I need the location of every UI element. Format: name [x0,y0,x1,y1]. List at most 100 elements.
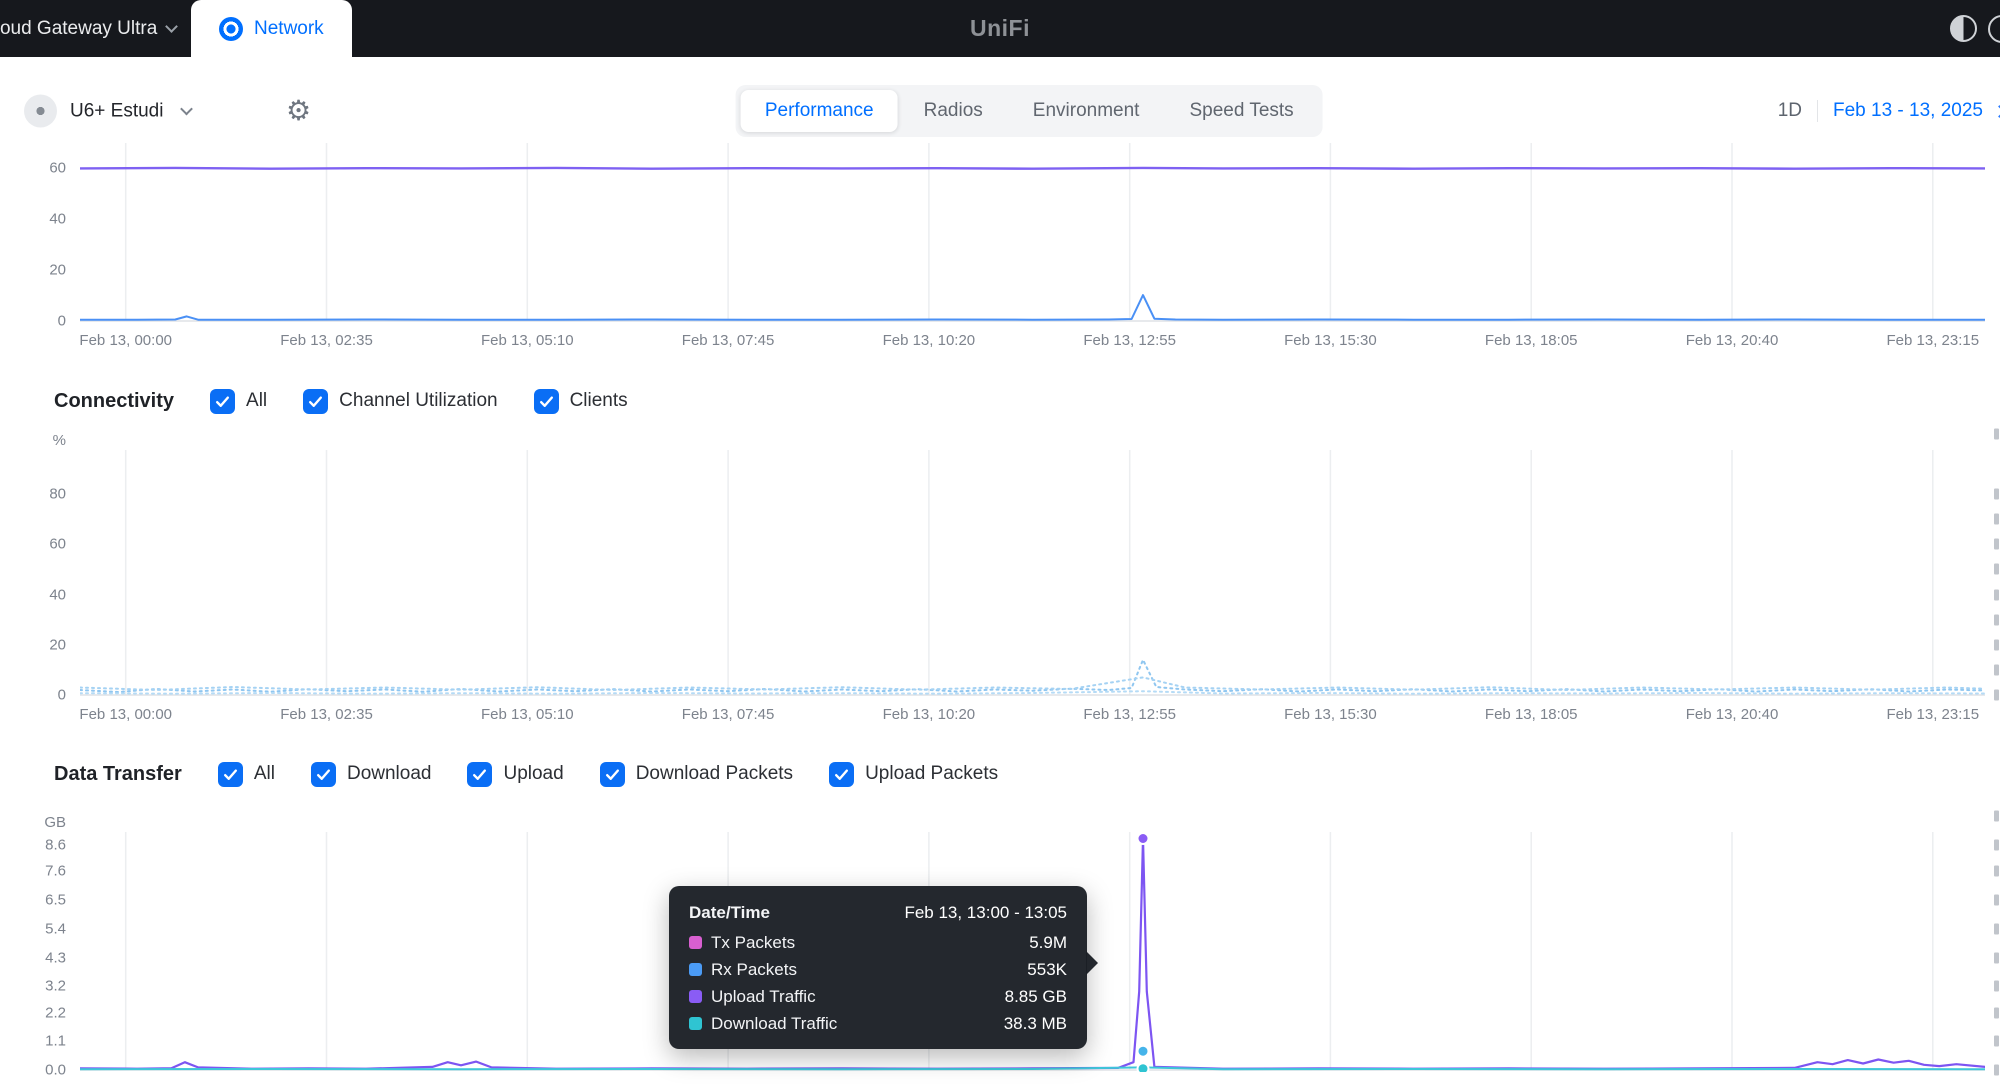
clipped-right-axis-label [1994,513,1999,525]
tab-speed-tests[interactable]: Speed Tests [1165,90,1317,132]
clipped-right-axis-label [1994,488,1999,500]
chart-plot-area[interactable] [80,450,1985,697]
clipped-right-axis-label [1994,865,1999,877]
theme-toggle-icon[interactable] [1950,15,1977,42]
x-tick-label: Feb 13, 23:15 [1886,332,1980,349]
upload-traffic-swatch [689,990,702,1003]
x-tick-label: Feb 13, 00:00 [79,332,173,349]
device-name: U6+ Estudi [70,100,164,121]
clipped-right-axis-label [1994,664,1999,676]
date-range-button[interactable]: Feb 13 - 13, 2025 [1818,100,1983,122]
clipped-right-axis-label [1994,1007,1999,1018]
y-tick-label: 40 [49,210,66,228]
filter-clients[interactable]: Clients [533,388,628,414]
tab-performance[interactable]: Performance [740,90,898,132]
checkbox-checked-icon [210,388,236,414]
chart-plot-area[interactable] [80,143,1985,323]
unifi-logo: UniFi [970,15,1030,41]
range-1d-button[interactable]: 1D [1778,100,1818,122]
x-tick-label: Feb 13, 05:10 [480,332,574,349]
tooltip-row-download-traffic: Download Traffic 38.3 MB [689,1010,1067,1037]
checkbox-checked-icon [533,388,559,414]
tab-network[interactable]: Network [191,0,352,57]
y-tick-label: 5.4 [45,920,66,938]
device-toolbar: U6+ Estudi ⚙ Performance Radios Environm… [24,83,2000,139]
clipped-right-axis-label [1994,894,1999,906]
x-tick-label: Feb 13, 05:10 [480,706,574,723]
connectivity-chart: % 0 20 40 60 80 Feb 13, 00:00 Feb 13, 02:35 Fe… [0,428,2000,727]
date-range-controls: 1D Feb 13 - 13, 2025 [1778,100,2000,122]
gateway-label: Cloud Gateway Ultra [0,17,158,39]
checkbox-checked-icon [310,761,336,787]
y-tick-label: 60 [49,159,66,177]
connectivity-header: Connectivity All Channel Utilization Cli… [54,383,2000,419]
x-tick-label: Feb 13, 10:20 [882,706,976,723]
x-tick-label: Feb 13, 23:15 [1886,706,1980,723]
tooltip-title-label: Date/Time [689,903,770,922]
x-tick-label: Feb 13, 07:45 [681,706,775,723]
filter-upload[interactable]: Upload [467,761,564,787]
checkbox-checked-icon [303,388,329,414]
filter-upload-packets[interactable]: Upload Packets [829,761,998,787]
section-title-connectivity: Connectivity [54,389,175,412]
clipped-right-axis-label [1994,639,1999,651]
chevron-down-icon [180,102,194,115]
x-tick-label: Feb 13, 02:35 [280,706,373,723]
x-axis-labels: Feb 13, 00:00Feb 13, 02:35Feb 13, 05:10F… [79,697,1985,727]
x-tick-label: Feb 13, 07:45 [681,332,775,349]
clipped-right-axis-label [1994,428,1999,440]
tab-radios[interactable]: Radios [900,90,1007,132]
y-tick-label: 1.1 [45,1032,66,1050]
clipped-right-axis-label [1994,1035,1999,1047]
filter-channel-utilization[interactable]: Channel Utilization [303,388,498,414]
gear-icon[interactable]: ⚙ [286,97,311,125]
top-performance-chart: 0 20 40 60 Feb 13, 00:00 Feb 13, 02:35 Feb 13… [0,143,2000,353]
clipped-right-axis-label [1994,810,1999,822]
tooltip-title-row: Date/Time Feb 13, 13:00 - 13:05 [689,899,1067,927]
view-tabs: Performance Radios Environment Speed Tes… [735,85,1323,137]
clipped-right-axis-label [1994,839,1999,851]
clipped-right-axis-label [1994,1064,1999,1076]
x-axis-labels: Feb 13, 00:00Feb 13, 02:35Feb 13, 05:10F… [80,1072,1985,1091]
tx-packets-swatch [689,936,702,949]
clipped-right-axis-label [1994,952,1999,963]
chart-tooltip: Date/Time Feb 13, 13:00 - 13:05 Tx Packe… [669,886,1098,1049]
tab-environment[interactable]: Environment [1009,90,1164,132]
x-tick-label: Feb 13, 15:30 [1284,706,1377,723]
chevron-down-icon [165,19,179,33]
y-tick-label: 20 [49,636,66,654]
rx-packets-swatch [689,963,702,976]
clipped-right-axis-label [1994,923,1999,935]
y-tick-label: 8.6 [45,836,66,854]
tooltip-title-value: Feb 13, 13:00 - 13:05 [904,903,1067,922]
access-point-icon [24,94,57,128]
download-traffic-swatch [689,1017,702,1030]
tooltip-arrow [1086,951,1098,975]
x-axis-labels: Feb 13, 00:00Feb 13, 02:35Feb 13, 05:10F… [79,323,1985,353]
filter-download-packets[interactable]: Download Packets [599,761,793,787]
clipped-right-axis-label [1994,980,1999,992]
y-tick-label: 7.6 [45,862,66,880]
x-tick-label: Feb 13, 12:55 [1083,706,1176,723]
gateway-selector[interactable]: Cloud Gateway Ultra [0,17,179,40]
filter-data-transfer-all[interactable]: All [217,761,275,787]
clipped-right-axis-label [1994,614,1999,626]
clipped-right-axis-label [1994,563,1999,575]
y-tick-label: 60 [49,535,66,553]
chevron-right-icon[interactable] [1993,104,2000,118]
x-tick-label: Feb 13, 20:40 [1685,706,1779,723]
x-tick-label: Feb 13, 18:05 [1484,706,1578,723]
y-tick-label: 20 [49,261,66,279]
clipped-edge-icon[interactable] [1988,14,2000,43]
y-axis-unit: GB [44,814,66,831]
tooltip-row-tx-packets: Tx Packets 5.9M [689,929,1067,956]
x-tick-label: Feb 13, 10:20 [882,332,976,349]
y-tick-label: 4.3 [45,949,66,966]
y-tick-label: 3.2 [45,977,66,995]
checkbox-checked-icon [217,761,243,787]
y-tick-label: 6.5 [45,891,66,909]
filter-connectivity-all[interactable]: All [210,388,267,414]
tooltip-row-upload-traffic: Upload Traffic 8.85 GB [689,983,1067,1010]
filter-download[interactable]: Download [310,761,431,787]
device-selector[interactable]: U6+ Estudi [24,94,194,128]
